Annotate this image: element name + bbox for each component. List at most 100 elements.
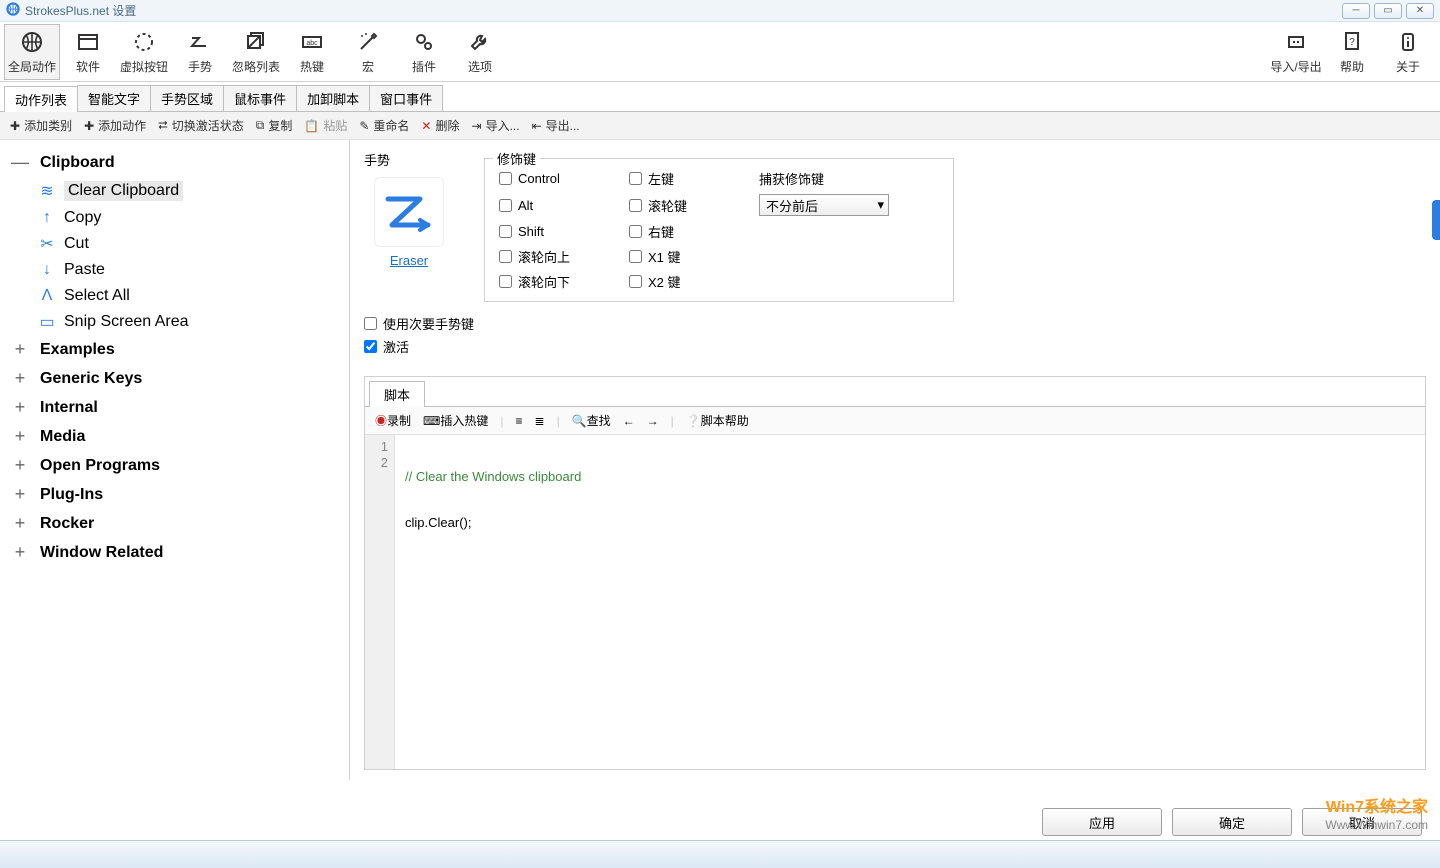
toolbar-global[interactable]: 全局动作	[4, 24, 60, 80]
tree-cat-openprograms[interactable]: +Open Programs	[4, 451, 345, 480]
indent-icon[interactable]: ≡	[516, 414, 523, 428]
tree-panel: —Clipboard ≋ Clear Clipboard ↑ Copy ✂ Cu…	[0, 140, 350, 780]
toolbar-virtualbtn[interactable]: 虚拟按钮	[116, 24, 172, 80]
toolbar-gesture[interactable]: 手势	[172, 24, 228, 80]
minimize-button[interactable]: ─	[1342, 3, 1370, 19]
toolbar-importexport[interactable]: 导入/导出	[1268, 24, 1324, 80]
gesture-preview[interactable]	[374, 177, 444, 247]
toolbar-plugins[interactable]: 插件	[396, 24, 452, 80]
maximize-button[interactable]: ▭	[1374, 3, 1402, 19]
tab-windowevent[interactable]: 窗口事件	[369, 85, 443, 111]
chk-left[interactable]: 左键	[629, 169, 739, 188]
toolbar-options[interactable]: 选项	[452, 24, 508, 80]
chk-activate[interactable]: 激活	[364, 337, 1426, 356]
tree-cat-rocker[interactable]: +Rocker	[4, 509, 345, 538]
export-button[interactable]: ⇤导出...	[532, 117, 580, 134]
toolbar-about-label: 关于	[1396, 58, 1420, 75]
tree-cat-internal[interactable]: +Internal	[4, 393, 345, 422]
detail-panel: 手势 Eraser 修饰键 Control 左键 捕获修饰键 Alt	[350, 140, 1440, 780]
chk-secondary-gesture[interactable]: 使用次要手势键	[364, 314, 1426, 333]
gesture-link[interactable]: Eraser	[364, 253, 454, 268]
tree-item-snip[interactable]: ▭ Snip Screen Area	[4, 309, 345, 335]
toolbar-plugins-label: 插件	[412, 58, 436, 75]
code-comment: // Clear the Windows clipboard	[405, 469, 581, 484]
code-editor[interactable]: 1 2 // Clear the Windows clipboard clip.…	[365, 435, 1425, 769]
expand-icon: +	[10, 397, 30, 418]
expand-icon: +	[10, 484, 30, 505]
app-icon	[6, 2, 20, 19]
toolbar-ignorelist-label: 忽略列表	[232, 58, 280, 75]
tab-mouseevent[interactable]: 鼠标事件	[223, 85, 297, 111]
tree-item-cut[interactable]: ✂ Cut	[4, 231, 345, 257]
toolbar-software[interactable]: 软件	[60, 24, 116, 80]
toolbar-macro-label: 宏	[362, 58, 374, 75]
delete-icon: ✕	[421, 119, 431, 133]
search-icon: 🔍	[572, 414, 587, 428]
gears-icon	[412, 28, 436, 56]
chk-x2[interactable]: X2 键	[629, 272, 739, 291]
line-gutter: 1 2	[365, 435, 395, 769]
abc-icon: abc	[300, 28, 324, 56]
zigzag-icon	[188, 28, 212, 56]
plus-icon: ✚	[84, 119, 94, 133]
tab-script[interactable]: 脚本	[369, 381, 425, 407]
toggle-active-button[interactable]: ⮂切换激活状态	[158, 117, 244, 134]
edge-slider[interactable]	[1432, 200, 1440, 240]
tab-smarttext[interactable]: 智能文字	[77, 85, 151, 111]
capture-modifier-select[interactable]: 不分前后▾	[759, 194, 889, 216]
next-icon[interactable]: →	[647, 414, 659, 428]
export-icon: ⇤	[532, 119, 542, 133]
chk-wheeldown[interactable]: 滚轮向下	[499, 272, 609, 291]
find-button[interactable]: 🔍查找	[572, 412, 611, 429]
chk-x1[interactable]: X1 键	[629, 247, 739, 266]
stack-icon	[244, 28, 268, 56]
tree-cat-plugins[interactable]: +Plug-Ins	[4, 480, 345, 509]
prev-icon[interactable]: ←	[623, 414, 635, 428]
tree-item-selectall[interactable]: Λ Select All	[4, 283, 345, 309]
arrow-down-icon: ↓	[36, 261, 58, 279]
toolbar-macro[interactable]: 宏	[340, 24, 396, 80]
apply-button[interactable]: 应用	[1042, 808, 1162, 836]
insert-hotkey-button[interactable]: ⌨插入热键	[423, 412, 488, 429]
tree-cat-examples[interactable]: +Examples	[4, 335, 345, 364]
record-button[interactable]: ◉录制	[375, 412, 411, 429]
svg-text:abc: abc	[306, 40, 318, 47]
tree-item-clear-clipboard[interactable]: ≋ Clear Clipboard	[4, 177, 345, 205]
close-button[interactable]: ✕	[1406, 3, 1434, 19]
add-action-button[interactable]: ✚添加动作	[84, 117, 146, 134]
tree-cat-generickeys[interactable]: +Generic Keys	[4, 364, 345, 393]
toolbar-hotkey[interactable]: abc 热键	[284, 24, 340, 80]
script-help-button[interactable]: ❔脚本帮助	[686, 412, 749, 429]
outdent-icon[interactable]: ≣	[535, 414, 545, 428]
chk-control[interactable]: Control	[499, 171, 609, 186]
add-category-button[interactable]: ✚添加类别	[10, 117, 72, 134]
toolbar-ignorelist[interactable]: 忽略列表	[228, 24, 284, 80]
toolbar-importexport-label: 导入/导出	[1270, 58, 1321, 75]
toolbar-help[interactable]: ? 帮助	[1324, 24, 1380, 80]
copy-button[interactable]: ⧉复制	[256, 117, 293, 134]
chk-shift[interactable]: Shift	[499, 224, 609, 239]
chk-wheelup[interactable]: 滚轮向上	[499, 247, 609, 266]
tree-cat-media[interactable]: +Media	[4, 422, 345, 451]
tab-gesturezone[interactable]: 手势区域	[150, 85, 224, 111]
paste-button[interactable]: 📋粘贴	[304, 117, 347, 134]
toolbar-about[interactable]: 关于	[1380, 24, 1436, 80]
action-bar: ✚添加类别 ✚添加动作 ⮂切换激活状态 ⧉复制 📋粘贴 ✎重命名 ✕删除 ⇥导入…	[0, 112, 1440, 140]
tree-cat-windowrelated[interactable]: +Window Related	[4, 538, 345, 567]
help-icon: ?	[1340, 28, 1364, 56]
scissors-icon: ✂	[36, 234, 58, 254]
plus-icon: ✚	[10, 119, 20, 133]
tab-loadscript[interactable]: 加卸脚本	[296, 85, 370, 111]
ok-button[interactable]: 确定	[1172, 808, 1292, 836]
chk-wheel[interactable]: 滚轮键	[629, 196, 739, 215]
delete-button[interactable]: ✕删除	[421, 117, 459, 134]
chk-right[interactable]: 右键	[629, 222, 739, 241]
tree-item-paste[interactable]: ↓ Paste	[4, 257, 345, 283]
cancel-button[interactable]: 取消	[1302, 808, 1422, 836]
tab-actionlist[interactable]: 动作列表	[4, 86, 78, 112]
import-button[interactable]: ⇥导入...	[472, 117, 520, 134]
rename-button[interactable]: ✎重命名	[359, 117, 409, 134]
chk-alt[interactable]: Alt	[499, 198, 609, 213]
tree-item-copy[interactable]: ↑ Copy	[4, 205, 345, 231]
tree-cat-clipboard[interactable]: —Clipboard	[4, 148, 345, 177]
